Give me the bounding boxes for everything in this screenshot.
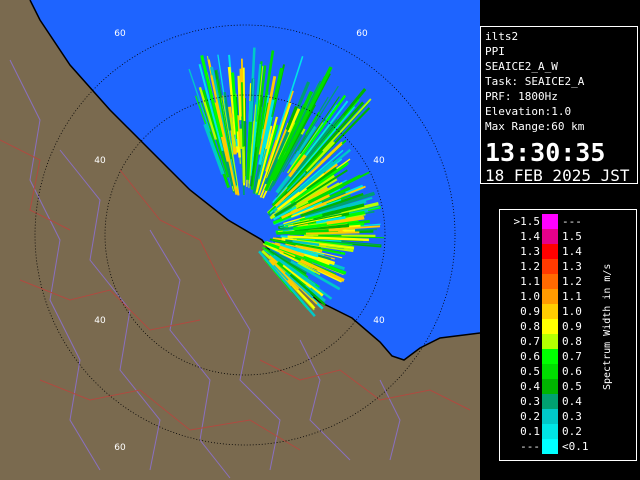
- legend-low-label: 1.1: [520, 275, 540, 288]
- info-site: ilts2: [485, 30, 519, 43]
- legend-high-label: 1.2: [562, 275, 582, 288]
- legend-low-label: 0.1: [520, 425, 540, 438]
- legend-row: 1.4 1.5: [500, 229, 610, 244]
- legend-row: 0.6 0.7: [500, 349, 610, 364]
- legend-swatch: [542, 274, 558, 289]
- legend-high-label: 0.7: [562, 350, 582, 363]
- legend-swatch: [542, 214, 558, 229]
- legend-low-label: 0.8: [520, 320, 540, 333]
- legend-swatch: [542, 349, 558, 364]
- legend-row: 0.2 0.3: [500, 409, 610, 424]
- range-label: 60: [114, 29, 126, 39]
- info-scan-type: PPI: [485, 45, 505, 58]
- info-task: Task: SEAICE2_A: [485, 75, 585, 88]
- info-product: SEAICE2_A_W: [485, 60, 558, 73]
- info-elevation: Elevation:1.0: [485, 105, 572, 118]
- legend-row: 0.8 0.9: [500, 319, 610, 334]
- legend-high-label: ---: [562, 215, 582, 228]
- legend-high-label: 0.9: [562, 320, 582, 333]
- range-label: 40: [373, 156, 385, 166]
- legend-row: 1.1 1.2: [500, 274, 610, 289]
- legend-low-label: 0.5: [520, 365, 540, 378]
- echo-streak: [305, 231, 360, 235]
- info-date: 18 FEB 2025 JST: [485, 166, 630, 185]
- range-label: 40: [373, 316, 385, 326]
- range-label: 40: [94, 316, 106, 326]
- legend-row: 0.7 0.8: [500, 334, 610, 349]
- legend-swatch: [542, 409, 558, 424]
- legend-low-label: 0.7: [520, 335, 540, 348]
- legend-high-label: 0.8: [562, 335, 582, 348]
- legend-high-label: 0.2: [562, 425, 582, 438]
- legend-row: --- <0.1: [500, 439, 610, 454]
- info-max-range: Max Range:60 km: [485, 120, 585, 133]
- legend-row: 1.0 1.1: [500, 289, 610, 304]
- legend-swatch: [542, 319, 558, 334]
- legend-swatch: [542, 229, 558, 244]
- radar-ppi-display: 60 60 40 40 40 40 60: [0, 0, 480, 480]
- echo-streak: [238, 128, 244, 150]
- legend-high-label: 0.5: [562, 380, 582, 393]
- info-panel: ilts2 PPI SEAICE2_A_W Task: SEAICE2_A PR…: [480, 26, 638, 185]
- legend-high-label: 1.5: [562, 230, 582, 243]
- legend-high-label: 1.4: [562, 245, 582, 258]
- legend-row: 0.3 0.4: [500, 394, 610, 409]
- legend-high-label: 0.4: [562, 395, 582, 408]
- legend-high-label: 1.3: [562, 260, 582, 273]
- legend-low-label: 0.4: [520, 380, 540, 393]
- legend-swatch: [542, 439, 558, 454]
- legend-row: 0.9 1.0: [500, 304, 610, 319]
- legend-swatch: [542, 364, 558, 379]
- legend-low-label: 1.0: [520, 290, 540, 303]
- legend-unit: Spectrum Width in m/s: [602, 263, 613, 390]
- legend-swatch: [542, 334, 558, 349]
- info-time: 13:30:35: [485, 138, 606, 167]
- legend-swatch: [542, 424, 558, 439]
- legend-low-label: 1.3: [520, 245, 540, 258]
- info-prf: PRF: 1800Hz: [485, 90, 558, 103]
- legend-row: 0.5 0.6: [500, 364, 610, 379]
- range-label: 40: [94, 156, 106, 166]
- legend-high-label: 0.3: [562, 410, 582, 423]
- legend-low-label: 0.3: [520, 395, 540, 408]
- legend-high-label: 0.6: [562, 365, 582, 378]
- legend-high-label: 1.0: [562, 305, 582, 318]
- legend-swatch: [542, 394, 558, 409]
- legend-row: 1.2 1.3: [500, 259, 610, 274]
- color-legend: >1.5 --- 1.4 1.5 1.3 1.4 1.2 1.3 1.1 1.2 1.0 1.1 0.9…: [499, 209, 637, 461]
- legend-row: 0.1 0.2: [500, 424, 610, 439]
- legend-low-label: 1.4: [520, 230, 540, 243]
- legend-row: >1.5 ---: [500, 214, 610, 229]
- echo-streak: [242, 146, 246, 183]
- legend-low-label: ---: [520, 440, 540, 453]
- legend-swatch: [542, 379, 558, 394]
- legend-low-label: 0.6: [520, 350, 540, 363]
- legend-low-label: 0.2: [520, 410, 540, 423]
- legend-low-label: 0.9: [520, 305, 540, 318]
- legend-high-label: 1.1: [562, 290, 582, 303]
- legend-swatch: [542, 244, 558, 259]
- range-label: 60: [356, 29, 368, 39]
- legend-row: 0.4 0.5: [500, 379, 610, 394]
- legend-swatch: [542, 289, 558, 304]
- legend-row: 1.3 1.4: [500, 244, 610, 259]
- legend-swatch: [542, 304, 558, 319]
- legend-low-label: 1.2: [520, 260, 540, 273]
- legend-high-label: <0.1: [562, 440, 589, 453]
- range-label: 60: [114, 443, 126, 453]
- legend-swatch: [542, 259, 558, 274]
- legend-low-label: >1.5: [513, 215, 541, 228]
